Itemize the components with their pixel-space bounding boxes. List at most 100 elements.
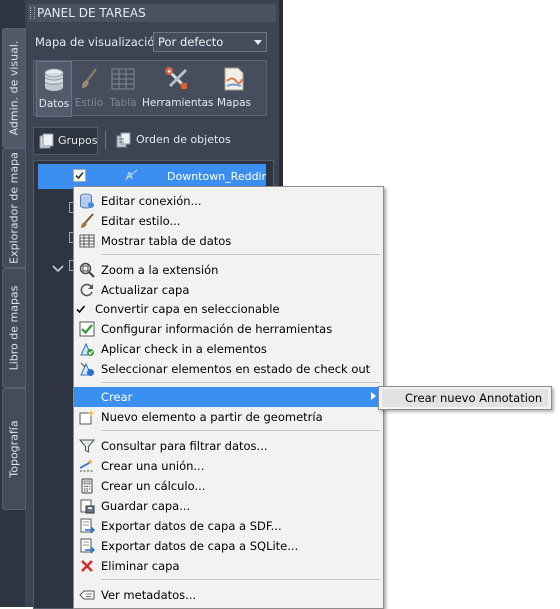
menu-refresh-layer[interactable]: Actualizar capa bbox=[74, 280, 383, 300]
menu-export-sqlite[interactable]: Exportar datos de capa a SQLite... bbox=[74, 536, 383, 556]
metadata-icon bbox=[79, 587, 95, 603]
map-view-value: Por defecto bbox=[158, 35, 224, 49]
style-button-label: Estilo bbox=[74, 97, 104, 109]
menu-view-metadata[interactable]: Ver metadatos... bbox=[74, 585, 383, 605]
tab-display-manager[interactable]: Admin. de visual. bbox=[2, 28, 26, 148]
tab-survey[interactable]: Topografía bbox=[2, 388, 26, 510]
map-icon bbox=[223, 67, 245, 94]
layer-visibility-checkbox[interactable] bbox=[73, 169, 86, 182]
menu-item-label: Exportar datos de capa a SQLite... bbox=[101, 539, 299, 553]
menu-delete-layer[interactable]: Eliminar capa bbox=[74, 556, 383, 576]
menu-edit-connection[interactable]: Editar conexión... bbox=[74, 191, 383, 211]
menu-item-label: Crear un cálculo... bbox=[101, 479, 206, 493]
new-feature-icon bbox=[79, 409, 95, 425]
menu-item-label: Zoom a la extensión bbox=[101, 263, 219, 277]
menu-edit-style[interactable]: Editar estilo... bbox=[74, 211, 383, 231]
menu-item-label: Crear una unión... bbox=[101, 459, 205, 473]
delete-icon bbox=[79, 558, 95, 574]
map-view-select[interactable]: Por defecto bbox=[153, 32, 267, 52]
table-icon bbox=[111, 67, 135, 94]
tools-button-label: Herramientas bbox=[142, 97, 214, 109]
menu-query-filter[interactable]: Consultar para filtrar datos... bbox=[74, 436, 383, 456]
layer-name: Downtown_Reddir bbox=[167, 170, 267, 183]
maps-button[interactable]: Mapas bbox=[214, 61, 254, 115]
tools-button[interactable]: Herramientas bbox=[142, 61, 214, 115]
data-button-label: Datos bbox=[38, 98, 70, 110]
menu-create[interactable]: Crear bbox=[74, 387, 383, 407]
create-submenu: Crear nuevo Annotation bbox=[378, 386, 552, 410]
checkmark-icon bbox=[75, 171, 84, 180]
tools-icon bbox=[164, 67, 190, 94]
data-button[interactable]: Datos bbox=[36, 61, 72, 117]
grip-handle[interactable] bbox=[30, 7, 35, 19]
menu-create-join[interactable]: Crear una unión... bbox=[74, 456, 383, 476]
table-icon bbox=[79, 233, 95, 249]
menu-export-sdf[interactable]: Exportar datos de capa a SDF... bbox=[74, 516, 383, 536]
menu-item-label: Exportar datos de capa a SDF... bbox=[101, 519, 282, 533]
tab-groups[interactable]: Grupos bbox=[33, 127, 98, 155]
menu-item-label: Convertir capa en seleccionable bbox=[95, 302, 280, 316]
menu-separator bbox=[101, 382, 380, 383]
menu-item-label: Actualizar capa bbox=[101, 283, 190, 297]
checkmark-icon bbox=[76, 301, 86, 317]
vertical-tab-strip: Admin. de visual. Explorador de mapa Lib… bbox=[0, 0, 26, 607]
tab-map-book[interactable]: Libro de mapas bbox=[2, 268, 26, 388]
menu-item-label: Seleccionar elementos en estado de check… bbox=[101, 362, 371, 376]
maps-button-label: Mapas bbox=[216, 97, 252, 109]
chevron-down-icon[interactable] bbox=[52, 262, 64, 277]
groups-icon bbox=[39, 133, 54, 149]
panel-title: PANEL DE TAREAS bbox=[37, 6, 146, 20]
menu-new-feature-from-geometry[interactable]: Nuevo elemento a partir de geometría bbox=[74, 407, 383, 427]
submenu-create-annotation[interactable]: Crear nuevo Annotation bbox=[382, 389, 548, 407]
menu-select-checked-out[interactable]: Seleccionar elementos en estado de check… bbox=[74, 359, 383, 379]
divider bbox=[105, 131, 106, 149]
export-sdf-icon bbox=[79, 518, 95, 534]
menu-checkin-features[interactable]: Aplicar check in a elementos bbox=[74, 339, 383, 359]
menu-item-label: Editar estilo... bbox=[101, 214, 181, 228]
tab-draw-order[interactable]: Orden de objetos bbox=[113, 127, 263, 153]
database-icon bbox=[43, 68, 65, 95]
annotation-layer-icon: A bbox=[124, 169, 138, 182]
chevron-down-icon bbox=[254, 40, 262, 45]
tab-draw-order-label: Orden de objetos bbox=[136, 133, 231, 146]
tab-groups-label: Grupos bbox=[58, 134, 98, 147]
table-button[interactable]: Tabla bbox=[106, 61, 140, 115]
tab-label: Explorador de mapa bbox=[7, 152, 21, 264]
brush-icon bbox=[78, 67, 100, 94]
export-sqlite-icon bbox=[79, 538, 95, 554]
tab-map-explorer[interactable]: Explorador de mapa bbox=[2, 148, 26, 268]
tab-label: Libro de mapas bbox=[7, 285, 21, 371]
menu-save-layer[interactable]: Guardar capa... bbox=[74, 496, 383, 516]
calculator-icon bbox=[79, 478, 95, 494]
table-button-label: Tabla bbox=[109, 97, 137, 109]
menu-item-label: Crear nuevo Annotation bbox=[405, 391, 543, 405]
display-manager-toolbar: Datos Estilo Tabla Herramientas Mapas bbox=[33, 60, 267, 117]
checkin-icon bbox=[79, 341, 95, 357]
draw-order-icon bbox=[116, 132, 131, 148]
chevron-right-icon bbox=[371, 392, 376, 400]
style-button[interactable]: Estilo bbox=[74, 61, 104, 115]
menu-item-label: Editar conexión... bbox=[101, 194, 202, 208]
menu-item-label: Consultar para filtrar datos... bbox=[101, 439, 268, 453]
checkout-select-icon bbox=[79, 361, 95, 377]
menu-create-calculation[interactable]: Crear un cálculo... bbox=[74, 476, 383, 496]
panel-title-bar[interactable]: PANEL DE TAREAS bbox=[28, 4, 276, 22]
zoom-icon bbox=[79, 262, 95, 278]
tooltip-config-icon bbox=[79, 321, 95, 337]
save-layer-icon bbox=[79, 498, 95, 514]
join-icon bbox=[79, 458, 95, 474]
menu-separator bbox=[101, 579, 380, 580]
tab-label: Topografía bbox=[7, 420, 21, 478]
menu-item-label: Eliminar capa bbox=[101, 559, 180, 573]
filter-icon bbox=[78, 438, 96, 454]
brush-icon bbox=[79, 213, 95, 229]
menu-configure-tooltips[interactable]: Configurar información de herramientas bbox=[74, 319, 383, 339]
menu-separator bbox=[101, 254, 380, 255]
menu-item-label: Guardar capa... bbox=[101, 499, 191, 513]
menu-item-label: Nuevo elemento a partir de geometría bbox=[101, 410, 323, 424]
menu-show-data-table[interactable]: Mostrar tabla de datos bbox=[74, 231, 383, 251]
menu-item-label: Configurar información de herramientas bbox=[101, 322, 333, 336]
tab-label: Admin. de visual. bbox=[7, 40, 21, 136]
menu-zoom-extent[interactable]: Zoom a la extensión bbox=[74, 260, 383, 280]
menu-make-selectable[interactable]: Convertir capa en seleccionable bbox=[74, 299, 383, 319]
